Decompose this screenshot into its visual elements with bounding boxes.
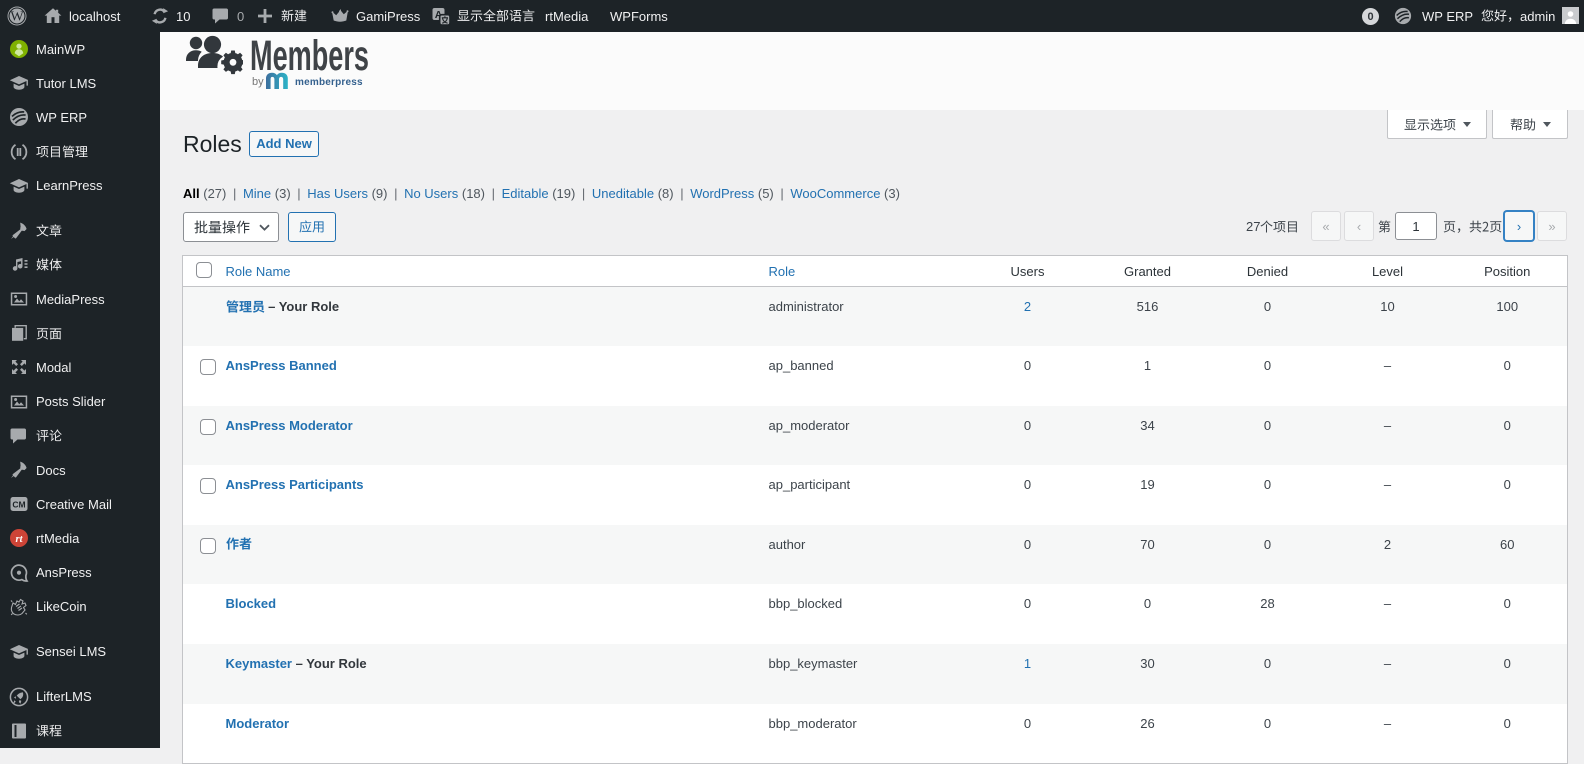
svg-text:rt: rt bbox=[15, 534, 23, 545]
svg-text:W: W bbox=[10, 10, 24, 25]
svg-text:CM: CM bbox=[12, 500, 25, 510]
